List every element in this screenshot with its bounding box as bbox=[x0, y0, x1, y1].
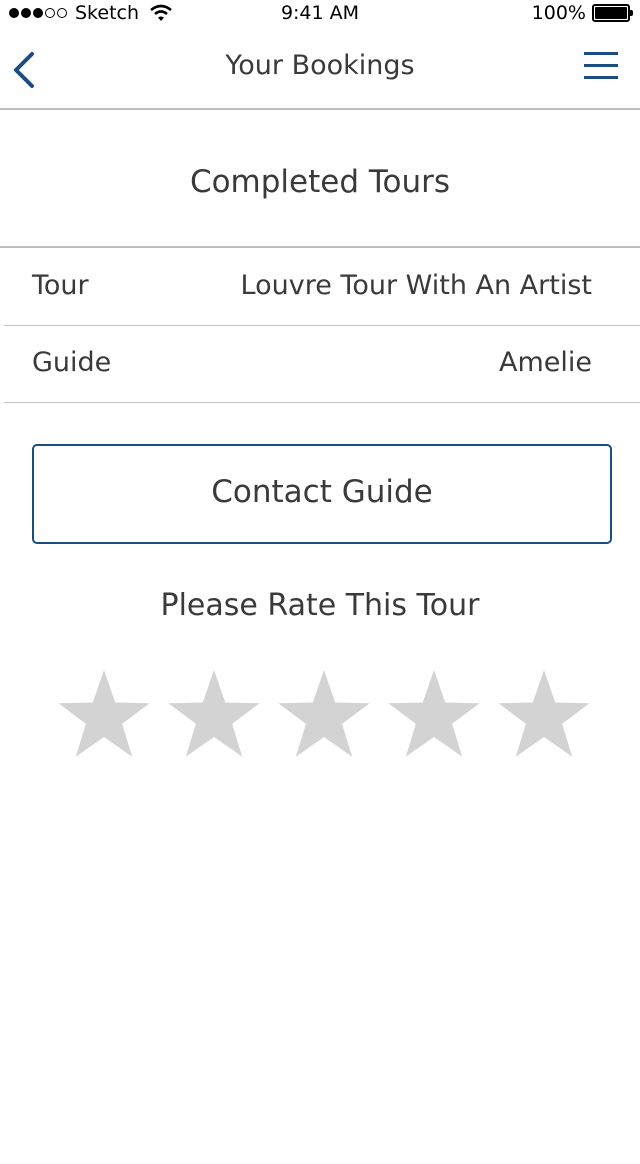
star-icon[interactable] bbox=[164, 668, 264, 768]
battery-percentage: 100% bbox=[531, 2, 586, 24]
star-icon[interactable] bbox=[54, 668, 154, 768]
rating-prompt: Please Rate This Tour bbox=[160, 588, 480, 623]
hamburger-menu-icon bbox=[584, 52, 622, 79]
detail-row-guide: Guide Amelie bbox=[4, 326, 640, 403]
navigation-bar: Your Bookings bbox=[0, 28, 640, 110]
star-icon[interactable] bbox=[384, 668, 484, 768]
tour-label: Tour bbox=[32, 270, 89, 301]
menu-line bbox=[584, 52, 618, 55]
section-title: Completed Tours bbox=[0, 110, 640, 248]
guide-value: Amelie bbox=[499, 347, 592, 378]
star-rating[interactable] bbox=[54, 668, 594, 768]
battery-icon bbox=[592, 4, 633, 22]
battery-cap bbox=[630, 10, 633, 16]
guide-label: Guide bbox=[32, 347, 112, 378]
contact-guide-button[interactable]: Contact Guide bbox=[32, 444, 612, 544]
battery-fill bbox=[595, 7, 627, 19]
tour-value: Louvre Tour With An Artist bbox=[240, 270, 592, 301]
menu-line bbox=[584, 64, 618, 67]
menu-button[interactable] bbox=[584, 52, 622, 88]
star-icon[interactable] bbox=[494, 668, 594, 768]
status-bar: Sketch 9:41 AM 100% bbox=[0, 0, 640, 28]
detail-row-tour: Tour Louvre Tour With An Artist bbox=[4, 249, 640, 326]
star-icon[interactable] bbox=[274, 668, 374, 768]
status-right: 100% bbox=[531, 2, 633, 24]
menu-line bbox=[584, 76, 618, 79]
page-title: Your Bookings bbox=[225, 50, 415, 81]
